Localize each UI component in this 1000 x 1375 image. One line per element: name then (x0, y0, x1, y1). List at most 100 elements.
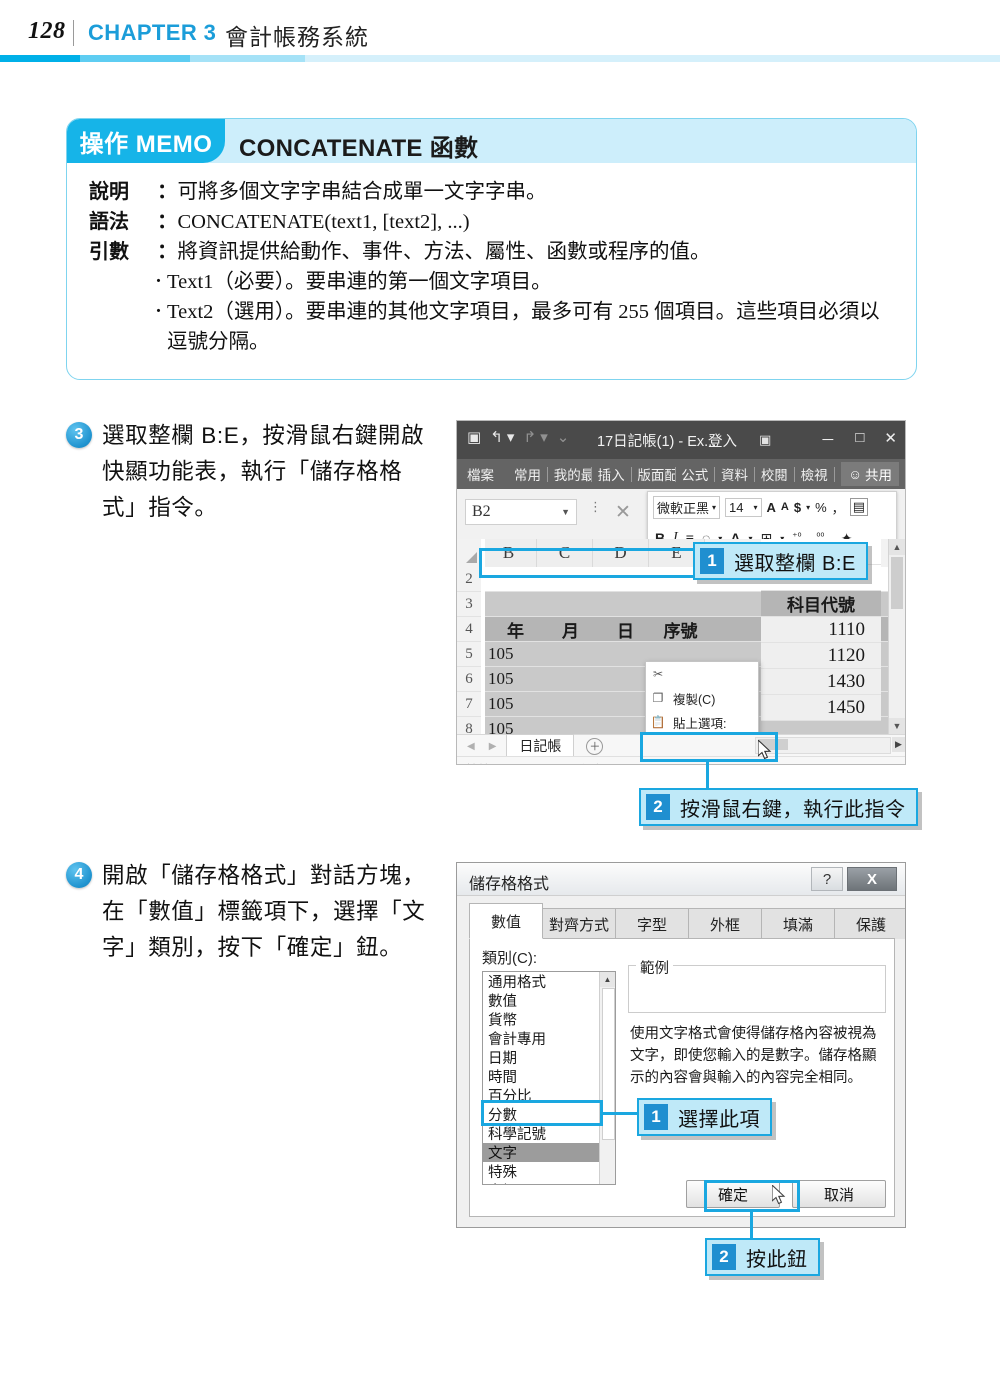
category-scroll-thumb[interactable] (602, 988, 615, 1140)
category-item-general[interactable]: 通用格式 (483, 972, 615, 991)
code-cell[interactable]: 1120 (761, 643, 881, 669)
memo-colon: ： (157, 181, 178, 203)
dialog-buttons: 確定 取消 (470, 1180, 896, 1208)
tab-page-layout[interactable]: 版面配 (631, 464, 674, 484)
category-list[interactable]: 通用格式 數值 貨幣 會計專用 日期 時間 百分比 分數 科學記號 文字 特殊 … (482, 971, 616, 1185)
menu-item-copy[interactable]: ❐ 複製(C) (646, 686, 758, 710)
tab-insert[interactable]: 插入 (592, 464, 631, 484)
share-button[interactable]: ☺ 共用 (841, 462, 899, 486)
dialog-title: 儲存格格式 (469, 876, 550, 893)
category-item-time[interactable]: 時間 (483, 1067, 615, 1086)
cancel-formula-icon[interactable]: ✕ (615, 501, 631, 524)
comma-format-icon[interactable]: ， (832, 498, 845, 517)
row-header[interactable]: 6 (457, 667, 482, 692)
share-label: 共用 (865, 468, 892, 483)
font-size-select[interactable]: 14 ▾ (725, 497, 762, 517)
increase-font-icon[interactable]: A (767, 500, 776, 515)
sheet-next-icon[interactable]: ▶ (489, 741, 497, 752)
sign-in-button[interactable]: 登入 (708, 430, 737, 451)
scroll-up-icon[interactable]: ▲ (889, 539, 905, 555)
format-painter-icon[interactable]: ▤ (849, 498, 868, 516)
vertical-scrollbar[interactable]: ▲ ▼ (888, 539, 905, 734)
minimize-icon[interactable]: － (820, 429, 835, 450)
category-item-currency[interactable]: 貨幣 (483, 1010, 615, 1029)
menu-item-cut[interactable]: ✂ (646, 662, 758, 686)
step-3-line-2: 快顯功能表，執行「儲存格格 (102, 459, 403, 484)
tab-view[interactable]: 檢視 (795, 464, 834, 484)
add-sheet-icon[interactable]: ＋ (586, 737, 604, 755)
page-number: 128 (28, 18, 66, 44)
tab-alignment[interactable]: 對齊方式 (542, 908, 616, 939)
tab-fill[interactable]: 填滿 (761, 908, 835, 939)
row-header[interactable]: 5 (457, 642, 482, 667)
mini-toolbar-row-1[interactable]: 微軟正黑 ▾ 14 ▾ A A $ ▾ % ， ▤ (648, 492, 873, 522)
callout-number: 2 (646, 794, 670, 820)
chevron-down-icon[interactable]: ▾ (754, 503, 758, 512)
maximize-icon[interactable]: □ (855, 429, 864, 450)
tab-formulas[interactable]: 公式 (675, 464, 714, 484)
category-item-number[interactable]: 數值 (483, 991, 615, 1010)
decrease-font-icon[interactable]: A (781, 501, 789, 513)
customize-qat-icon[interactable]: ⌄ (557, 428, 570, 446)
ribbon-tabs[interactable]: 檔案 常用 我的最 插入 版面配 公式 資料 校閱 檢視 ♀ 告訴我 ☺ 共用 (457, 459, 905, 489)
category-item-special[interactable]: 特殊 (483, 1162, 615, 1181)
font-name-select[interactable]: 微軟正黑 ▾ (653, 495, 721, 519)
row-header[interactable]: 7 (457, 692, 482, 717)
tab-home[interactable]: 常用 (508, 464, 547, 484)
category-scrollbar[interactable]: ▲ (599, 972, 615, 1184)
currency-format-icon[interactable]: $ (794, 500, 801, 515)
tab-file[interactable]: 檔案 (457, 464, 508, 484)
tab-protection[interactable]: 保護 (834, 908, 905, 939)
percent-format-icon[interactable]: % (815, 500, 827, 515)
select-all-corner[interactable] (457, 539, 481, 567)
ribbon-display-options-icon[interactable]: ▣ (759, 432, 771, 448)
sheet-nav-arrows[interactable]: ◀ ▶ (457, 741, 506, 752)
vertical-scroll-thumb[interactable] (891, 557, 903, 609)
category-item-accounting[interactable]: 會計專用 (483, 1029, 615, 1048)
chevron-down-icon[interactable]: ▾ (712, 503, 716, 512)
memo-row: 引數 ： 將資訊提供給動作、事件、方法、屬性、函數或程序的值。 (89, 237, 894, 267)
chevron-down-icon[interactable]: ▾ (806, 503, 810, 512)
row-header[interactable]: 8 (457, 717, 482, 734)
code-cell[interactable]: 1430 (761, 669, 881, 695)
category-item-date[interactable]: 日期 (483, 1048, 615, 1067)
context-menu[interactable]: ✂ ❐ 複製(C) 📋 貼上選項: 📋 選擇性貼上(S)... 插入(I) (645, 661, 759, 734)
code-cell[interactable]: 1110 (761, 617, 881, 643)
help-button[interactable]: ? (811, 867, 843, 891)
menu-item-paste-options[interactable]: 📋 貼上選項: (646, 710, 758, 734)
zoom-level[interactable]: 100% (866, 762, 899, 765)
tab-data[interactable]: 資料 (715, 464, 754, 484)
window-controls[interactable]: － □ ✕ (820, 429, 897, 450)
tab-border[interactable]: 外框 (688, 908, 762, 939)
callout-step3-1: 1 選取整欄 B:E (693, 542, 868, 580)
scroll-down-icon[interactable]: ▼ (889, 718, 905, 734)
save-icon[interactable]: ▣ (467, 428, 481, 446)
quick-access-toolbar[interactable]: ▣ ↰ ▾ ↱ ▾ ⌄ (467, 428, 569, 446)
dialog-tabs[interactable]: 數值 對齊方式 字型 外框 填滿 保護 (469, 903, 905, 939)
row-header[interactable]: 4 (457, 617, 482, 642)
scroll-right-icon[interactable]: ▶ (892, 737, 905, 752)
close-icon[interactable]: ✕ (884, 429, 897, 450)
zoom-controls[interactable]: － ＋ 100% (770, 757, 899, 765)
zoom-in-icon[interactable]: ＋ (847, 760, 860, 765)
tab-font[interactable]: 字型 (615, 908, 689, 939)
name-box[interactable]: B2 ▼ (465, 499, 577, 525)
code-cell[interactable]: 1450 (761, 695, 881, 721)
tab-number[interactable]: 數值 (469, 903, 543, 939)
memo-key: 引數 (89, 241, 129, 263)
sheet-prev-icon[interactable]: ◀ (467, 741, 475, 752)
sheet-tab-journal[interactable]: 日記帳 (506, 734, 575, 758)
chevron-down-icon[interactable]: ▼ (561, 507, 570, 517)
cancel-button[interactable]: 取消 (792, 1180, 886, 1208)
tab-review[interactable]: 校閱 (755, 464, 794, 484)
close-button[interactable]: X (847, 867, 897, 891)
undo-icon[interactable]: ↰ ▾ (490, 428, 514, 446)
memo-bullet-continuation: 逗號分隔。 (167, 331, 270, 353)
account-code-header: 科目代號 (761, 591, 881, 617)
tab-favorites[interactable]: 我的最 (548, 464, 591, 484)
row-header[interactable]: 3 (457, 592, 482, 617)
category-item-scientific[interactable]: 科學記號 (483, 1124, 615, 1143)
accessibility-icon[interactable]: ▥ (505, 762, 516, 764)
category-item-text[interactable]: 文字 (483, 1143, 615, 1162)
scroll-up-icon[interactable]: ▲ (600, 972, 615, 987)
